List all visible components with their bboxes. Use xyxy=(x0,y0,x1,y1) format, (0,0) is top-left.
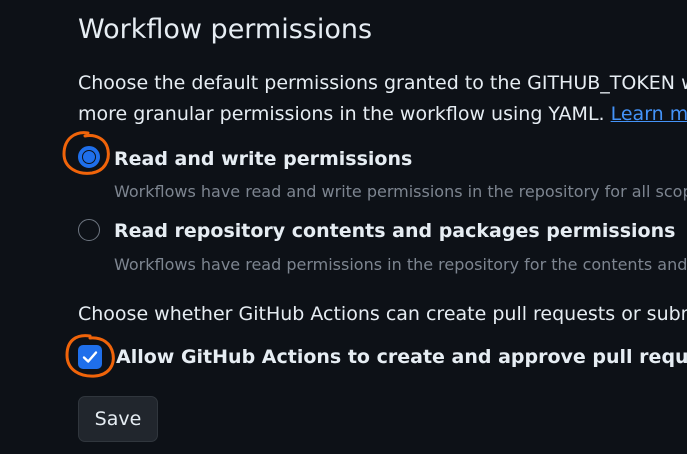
learn-more-link[interactable]: Learn mor xyxy=(611,103,687,125)
allow-pr-label[interactable]: Allow GitHub Actions to create and appro… xyxy=(116,346,687,368)
workflow-permissions-page: Workflow permissions Choose the default … xyxy=(0,0,687,454)
radio-read-only[interactable] xyxy=(78,219,100,241)
option-read-write-label[interactable]: Read and write permissions xyxy=(114,148,412,170)
section-title: Workflow permissions xyxy=(78,14,373,45)
allow-pr-checkbox[interactable] xyxy=(78,345,102,369)
option-read-only-help: Workflows have read permissions in the r… xyxy=(114,255,687,274)
checkmark-icon xyxy=(82,351,98,363)
description-line-2: more granular permissions in the workflo… xyxy=(78,99,687,130)
radio-read-write[interactable] xyxy=(78,146,100,168)
actions-pr-description: Choose whether GitHub Actions can create… xyxy=(78,303,687,325)
description-line-1: Choose the default permissions granted t… xyxy=(78,72,687,94)
option-read-only-label[interactable]: Read repository contents and packages pe… xyxy=(114,220,675,242)
description-line-2-text: more granular permissions in the workflo… xyxy=(78,103,611,125)
save-button[interactable]: Save xyxy=(78,396,158,442)
option-read-write-help: Workflows have read and write permission… xyxy=(114,182,687,201)
section-description: Choose the default permissions granted t… xyxy=(78,68,687,130)
